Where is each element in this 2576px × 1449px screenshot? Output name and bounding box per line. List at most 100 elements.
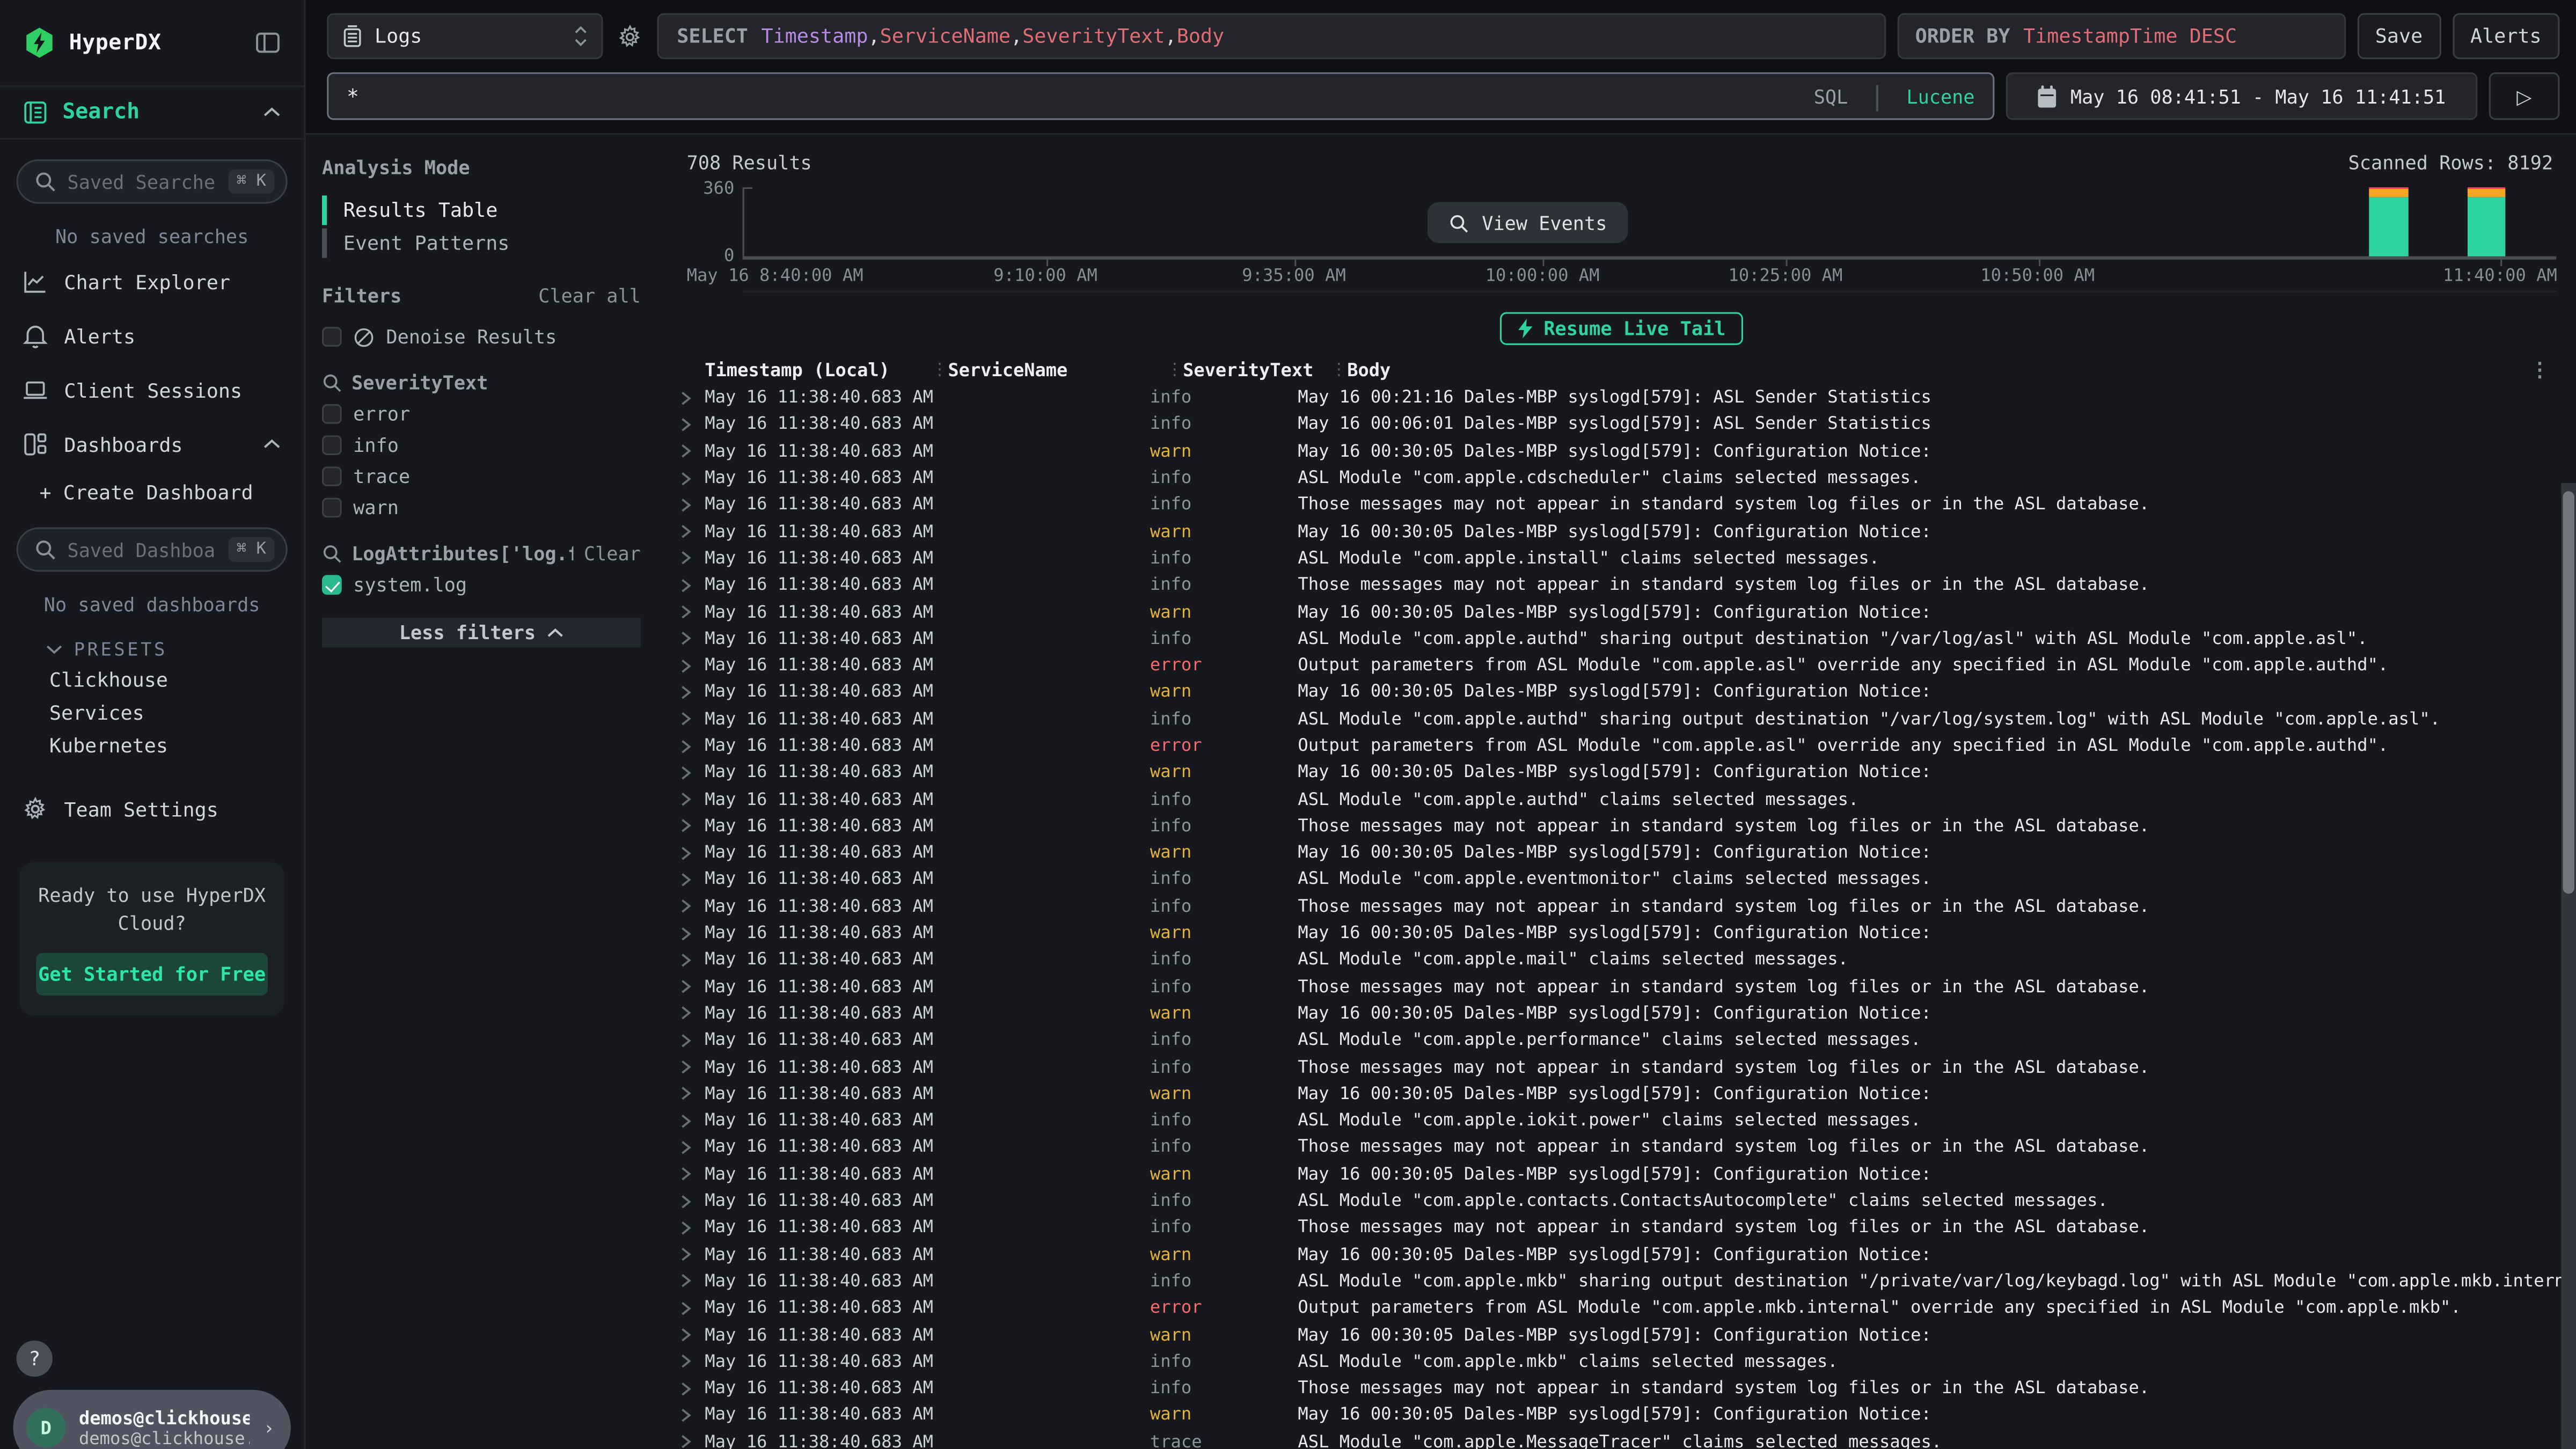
log-row[interactable]: May 16 11:38:40.683 AM info Those messag… [680,1054,2576,1081]
sidebar-item-alerts[interactable]: Alerts [0,309,304,363]
log-row[interactable]: May 16 11:38:40.683 AM info ASL Module "… [680,866,2576,893]
clear-attribute-link[interactable]: Clear [584,542,641,565]
expand-row-chevron-icon[interactable] [680,1167,705,1182]
expand-row-chevron-icon[interactable] [680,1113,705,1128]
expand-row-chevron-icon[interactable] [680,1220,705,1235]
expand-row-chevron-icon[interactable] [680,685,705,700]
trace-checkbox[interactable] [322,466,342,486]
log-row[interactable]: May 16 11:38:40.683 AM error Output para… [680,1295,2576,1322]
expand-row-chevron-icon[interactable] [680,1140,705,1155]
help-button[interactable]: ? [17,1341,53,1377]
log-row[interactable]: May 16 11:38:40.683 AM warn May 16 00:30… [680,438,2576,465]
column-header-servicename[interactable]: ServiceName [948,359,1166,380]
expand-row-chevron-icon[interactable] [680,1328,705,1343]
expand-row-chevron-icon[interactable] [680,551,705,566]
log-row[interactable]: May 16 11:38:40.683 AM error Output para… [680,652,2576,679]
log-row[interactable]: May 16 11:38:40.683 AM info ASL Module "… [680,1107,2576,1134]
preset-clickhouse[interactable]: Clickhouse [0,664,304,697]
expand-row-chevron-icon[interactable] [680,444,705,459]
log-row[interactable]: May 16 11:38:40.683 AM info Those messag… [680,492,2576,518]
less-filters-button[interactable]: Less filters [322,618,641,647]
analysis-mode-results-table[interactable]: Results Table [322,195,641,225]
lang-toggle-lucene[interactable]: Lucene [1906,85,1974,108]
expand-row-chevron-icon[interactable] [680,578,705,593]
date-range-picker[interactable]: May 16 08:41:51 - May 16 11:41:51 [2006,72,2478,120]
expand-row-chevron-icon[interactable] [680,417,705,432]
log-row[interactable]: May 16 11:38:40.683 AM warn May 16 00:30… [680,1402,2576,1429]
log-row[interactable]: May 16 11:38:40.683 AM info May 16 00:21… [680,384,2576,411]
sidebar-item-chart-explorer[interactable]: Chart Explorer [0,254,304,309]
log-row[interactable]: May 16 11:38:40.683 AM info ASL Module "… [680,1268,2576,1295]
log-row[interactable]: May 16 11:38:40.683 AM info ASL Module "… [680,625,2576,652]
denoise-results-filter[interactable]: Denoise Results [322,325,641,348]
log-row[interactable]: May 16 11:38:40.683 AM warn May 16 00:30… [680,1080,2576,1107]
log-row[interactable]: May 16 11:38:40.683 AM info Those messag… [680,1214,2576,1241]
denoise-checkbox[interactable] [322,327,342,347]
log-row[interactable]: May 16 11:38:40.683 AM warn May 16 00:30… [680,759,2576,786]
expand-row-chevron-icon[interactable] [680,1274,705,1289]
log-row[interactable]: May 16 11:38:40.683 AM info Those messag… [680,893,2576,920]
scrollbar-thumb[interactable] [2563,491,2574,894]
saved-dashboards-input[interactable] [68,538,217,561]
expand-row-chevron-icon[interactable] [680,1408,705,1423]
filter-option-warn[interactable]: warn [322,496,641,519]
filter-option-error[interactable]: error [322,402,641,426]
filter-option-trace[interactable]: trace [322,465,641,488]
preset-kubernetes[interactable]: Kubernetes [0,729,304,762]
log-row[interactable]: May 16 11:38:40.683 AM warn May 16 00:30… [680,679,2576,706]
presets-toggle[interactable]: PRESETS [0,623,304,664]
log-row[interactable]: May 16 11:38:40.683 AM info ASL Module "… [680,1348,2576,1375]
log-row[interactable]: May 16 11:38:40.683 AM warn May 16 00:30… [680,1321,2576,1348]
expand-row-chevron-icon[interactable] [680,712,705,727]
saved-searches-search[interactable]: ⌘ K [17,159,288,204]
expand-row-chevron-icon[interactable] [680,631,705,646]
column-resize-handle[interactable]: ⋮ [932,361,948,379]
expand-row-chevron-icon[interactable] [680,872,705,887]
expand-row-chevron-icon[interactable] [680,846,705,861]
view-events-button[interactable]: View Events [1428,202,1628,244]
log-row[interactable]: May 16 11:38:40.683 AM warn May 16 00:30… [680,839,2576,866]
log-row[interactable]: May 16 11:38:40.683 AM info ASL Module "… [680,545,2576,572]
log-row[interactable]: May 16 11:38:40.683 AM info ASL Module "… [680,1188,2576,1214]
get-started-button[interactable]: Get Started for Free [36,954,268,997]
saved-dashboards-search[interactable]: ⌘ K [17,528,288,572]
clear-all-filters-link[interactable]: Clear all [538,284,641,308]
log-row[interactable]: May 16 11:38:40.683 AM info ASL Module "… [680,947,2576,974]
expand-row-chevron-icon[interactable] [680,1247,705,1262]
log-row[interactable]: May 16 11:38:40.683 AM warn May 16 00:30… [680,598,2576,625]
lang-toggle-sql[interactable]: SQL [1814,85,1848,108]
log-row[interactable]: May 16 11:38:40.683 AM info ASL Module "… [680,786,2576,813]
log-row[interactable]: May 16 11:38:40.683 AM trace ASL Module … [680,1429,2576,1449]
table-options-kebab-icon[interactable]: ⋮ [2530,360,2550,379]
filter-option-system.log[interactable]: system.log [322,573,641,596]
filter-option-info[interactable]: info [322,434,641,457]
expand-row-chevron-icon[interactable] [680,497,705,513]
sidebar-item-client-sessions[interactable]: Client Sessions [0,363,304,418]
analysis-mode-event-patterns[interactable]: Event Patterns [322,229,641,258]
column-header-severitytext[interactable]: SeverityText [1183,359,1331,380]
expand-row-chevron-icon[interactable] [680,926,705,941]
expand-row-chevron-icon[interactable] [680,899,705,914]
histogram-bar[interactable] [2468,187,2506,257]
source-settings-gear-icon[interactable] [614,24,646,48]
column-resize-handle[interactable]: ⋮ [1166,361,1183,379]
source-selector[interactable]: Logs [327,13,603,59]
log-row[interactable]: May 16 11:38:40.683 AM warn May 16 00:30… [680,1161,2576,1188]
expand-row-chevron-icon[interactable] [680,953,705,968]
log-row[interactable]: May 16 11:38:40.683 AM warn May 16 00:30… [680,1241,2576,1268]
expand-row-chevron-icon[interactable] [680,1381,705,1396]
save-button[interactable]: Save [2357,13,2441,59]
column-header-timestamp[interactable]: Timestamp (Local) [705,359,931,380]
log-row[interactable]: May 16 11:38:40.683 AM warn May 16 00:30… [680,518,2576,545]
search-query-box[interactable]: SQL | Lucene [327,72,1994,120]
log-row[interactable]: May 16 11:38:40.683 AM warn May 16 00:30… [680,1000,2576,1027]
expand-row-chevron-icon[interactable] [680,1033,705,1048]
expand-row-chevron-icon[interactable] [680,1435,705,1449]
collapse-sidebar-icon[interactable] [254,30,281,56]
expand-row-chevron-icon[interactable] [680,471,705,486]
alerts-button[interactable]: Alerts [2452,13,2559,59]
histogram-plot[interactable]: 360 0 [743,187,2557,260]
expand-row-chevron-icon[interactable] [680,1006,705,1021]
expand-row-chevron-icon[interactable] [680,390,705,405]
expand-row-chevron-icon[interactable] [680,819,705,834]
